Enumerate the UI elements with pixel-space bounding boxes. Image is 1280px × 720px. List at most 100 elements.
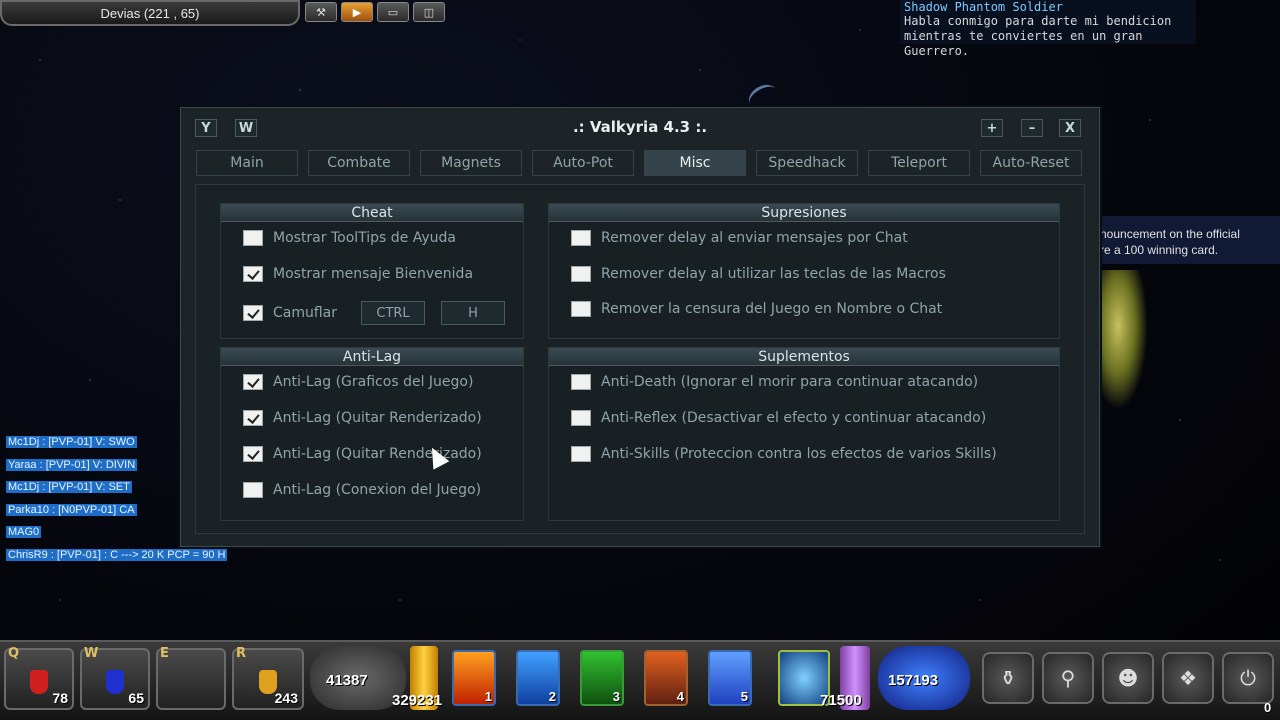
- cheat-group: Cheat Mostrar ToolTips de Ayuda Mostrar …: [220, 203, 524, 339]
- anti-reflex-checkbox[interactable]: [571, 410, 591, 426]
- add-button[interactable]: +: [981, 119, 1003, 137]
- option-antilag-conexion[interactable]: Anti-Lag (Conexion del Juego): [243, 482, 481, 498]
- npc-line-2: mientras te conviertes en un gran Guerre…: [904, 29, 1143, 58]
- misc-panel: Cheat Mostrar ToolTips de Ayuda Mostrar …: [195, 184, 1085, 534]
- announcement-line-1: nouncement on the official: [1100, 227, 1240, 241]
- bienvenida-checkbox[interactable]: [243, 266, 263, 282]
- tab-auto-pot[interactable]: Auto-Pot: [532, 150, 634, 176]
- mana-potion-icon: [106, 670, 124, 694]
- tab-teleport[interactable]: Teleport: [868, 150, 970, 176]
- antilag-conexion-label: Anti-Lag (Conexion del Juego): [273, 482, 482, 498]
- supresiones-group: Supresiones Remover delay al enviar mens…: [548, 203, 1060, 339]
- location-bar: Devias (221 , 65): [0, 0, 300, 26]
- option-antilag-graficos[interactable]: Anti-Lag (Graficos del Juego): [243, 374, 473, 390]
- option-anti-reflex[interactable]: Anti-Reflex (Desactivar el efecto y cont…: [571, 410, 986, 426]
- camuflar-label: Camuflar: [273, 305, 338, 321]
- party-icon[interactable]: ☻: [1102, 652, 1154, 704]
- tab-auto-reset[interactable]: Auto-Reset: [980, 150, 1082, 176]
- creature-sprite: [1098, 270, 1148, 410]
- option-delay-chat[interactable]: Remover delay al enviar mensajes por Cha…: [571, 230, 908, 246]
- window-titlebar[interactable]: Y W .: Valkyria 4.3 :. + – X: [181, 108, 1099, 146]
- potion-slot-e[interactable]: E: [156, 646, 226, 710]
- zen-value: 0: [1264, 700, 1272, 715]
- delay-chat-label: Remover delay al enviar mensajes por Cha…: [601, 230, 908, 246]
- option-antilag-render-1[interactable]: Anti-Lag (Quitar Renderizado): [243, 410, 482, 426]
- option-bienvenida[interactable]: Mostrar mensaje Bienvenida: [243, 266, 473, 282]
- option-anti-death[interactable]: Anti-Death (Ignorar el morir para contin…: [571, 374, 978, 390]
- skill-count: 5: [740, 689, 748, 704]
- anti-reflex-label: Anti-Reflex (Desactivar el efecto y cont…: [601, 410, 987, 426]
- skill-4-icon[interactable]: 4: [644, 650, 688, 706]
- censura-label: Remover la censura del Juego en Nombre o…: [601, 301, 943, 317]
- slot-count: 243: [274, 690, 298, 706]
- chat-line: Mc1Dj : [PVP-01] V: SWO: [6, 436, 137, 449]
- potion-slot-w[interactable]: W 65: [80, 646, 150, 710]
- censura-checkbox[interactable]: [571, 301, 591, 317]
- play-icon[interactable]: ▶: [341, 2, 373, 22]
- tab-combate[interactable]: Combate: [308, 150, 410, 176]
- skill-count: 2: [548, 689, 556, 704]
- skill-1-icon[interactable]: 1: [452, 650, 496, 706]
- option-censura[interactable]: Remover la censura del Juego en Nombre o…: [571, 301, 942, 317]
- antilag-render-2-checkbox[interactable]: [243, 446, 263, 462]
- antilag-render-1-label: Anti-Lag (Quitar Renderizado): [273, 410, 482, 426]
- search-icon[interactable]: ⚲: [1042, 652, 1094, 704]
- skill-5-icon[interactable]: 5: [708, 650, 752, 706]
- camuflar-checkbox[interactable]: [243, 305, 263, 321]
- suplementos-title: Suplementos: [549, 348, 1059, 366]
- delay-macros-checkbox[interactable]: [571, 266, 591, 282]
- tooltips-label: Mostrar ToolTips de Ayuda: [273, 230, 457, 246]
- antilag-conexion-checkbox[interactable]: [243, 482, 263, 498]
- options-icon[interactable]: ◫: [413, 2, 445, 22]
- camuflar-key2-field[interactable]: H: [441, 301, 506, 325]
- npc-line-1: Habla conmigo para darte mi bendicion: [904, 14, 1172, 28]
- anti-skills-checkbox[interactable]: [571, 446, 591, 462]
- cheat-title: Cheat: [221, 204, 523, 222]
- power-icon[interactable]: ⏻: [1222, 652, 1274, 704]
- slot-key: W: [84, 646, 99, 661]
- delay-macros-label: Remover delay al utilizar las teclas de …: [601, 266, 946, 282]
- chat-line: Yaraa : [PVP-01] V: DIVIN: [6, 458, 138, 471]
- antilag-title: Anti-Lag: [221, 348, 523, 366]
- top-buttons: ⚒ ▶ ▭ ◫: [305, 2, 445, 22]
- chat-line: Mc1Dj : [PVP-01] V: SET: [6, 481, 132, 494]
- option-tooltips[interactable]: Mostrar ToolTips de Ayuda: [243, 230, 456, 246]
- minimize-button[interactable]: –: [1021, 119, 1043, 137]
- skill-2-icon[interactable]: 2: [516, 650, 560, 706]
- tab-speedhack[interactable]: Speedhack: [756, 150, 858, 176]
- slot-key: R: [236, 646, 247, 661]
- antilag-render-1-checkbox[interactable]: [243, 410, 263, 426]
- skill-count: 4: [676, 689, 684, 704]
- slot-key: E: [160, 646, 169, 661]
- camera-icon[interactable]: ▭: [377, 2, 409, 22]
- window-title: .: Valkyria 4.3 :.: [572, 118, 708, 136]
- tab-main[interactable]: Main: [196, 150, 298, 176]
- potion-slot-r[interactable]: R 243: [232, 646, 304, 710]
- announcement-line-2: re a 100 winning card.: [1100, 243, 1219, 257]
- bag-icon[interactable]: ⚱: [982, 652, 1034, 704]
- wrench-icon[interactable]: ⚒: [305, 2, 337, 22]
- hp-value: 41387: [326, 672, 368, 689]
- guild-icon[interactable]: ❖: [1162, 652, 1214, 704]
- anti-death-label: Anti-Death (Ignorar el morir para contin…: [601, 374, 979, 390]
- option-delay-macros[interactable]: Remover delay al utilizar las teclas de …: [571, 266, 946, 282]
- skill-count: 1: [484, 689, 492, 704]
- camuflar-key1-field[interactable]: CTRL: [361, 301, 426, 325]
- tooltips-checkbox[interactable]: [243, 230, 263, 246]
- potion-slot-q[interactable]: Q 78: [4, 646, 74, 710]
- suplementos-group: Suplementos Anti-Death (Ignorar el morir…: [548, 347, 1060, 521]
- option-anti-skills[interactable]: Anti-Skills (Proteccion contra los efect…: [571, 446, 997, 462]
- tab-magnets[interactable]: Magnets: [420, 150, 522, 176]
- health-potion-icon: [30, 670, 48, 694]
- exp-value: 329231: [392, 692, 443, 709]
- chat-line: MAG0: [6, 526, 42, 539]
- slot-count: 78: [52, 690, 68, 706]
- close-button[interactable]: X: [1059, 119, 1081, 137]
- delay-chat-checkbox[interactable]: [571, 230, 591, 246]
- skill-3-icon[interactable]: 3: [580, 650, 624, 706]
- antilag-graficos-label: Anti-Lag (Graficos del Juego): [273, 374, 474, 390]
- antilag-graficos-checkbox[interactable]: [243, 374, 263, 390]
- anti-death-checkbox[interactable]: [571, 374, 591, 390]
- option-camuflar[interactable]: Camuflar CTRL H: [243, 301, 506, 325]
- tab-misc[interactable]: Misc: [644, 150, 746, 176]
